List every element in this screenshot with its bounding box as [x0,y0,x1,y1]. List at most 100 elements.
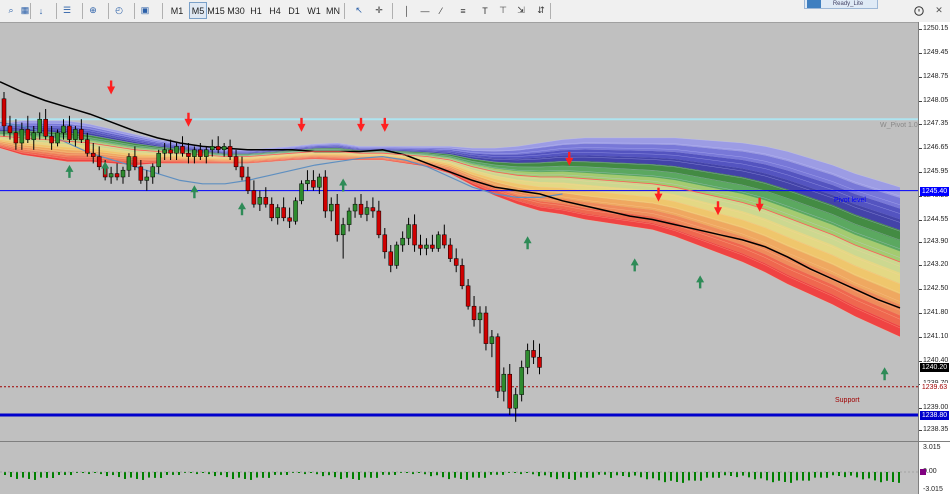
osc-bar [652,472,654,479]
fibonacci-icon[interactable]: T [478,2,492,19]
bear-candle-body [334,203,340,236]
bull-candle-body [364,207,370,215]
osc-bar [16,472,18,479]
osc-bar [682,472,684,483]
price-chart[interactable]: W_Pivot 1.0 Pivot level Support [0,22,918,440]
candle [406,217,411,245]
text-icon[interactable]: ⊤ [496,2,510,19]
crosshair-icon[interactable]: │ [400,2,414,19]
osc-bar [880,472,882,483]
candle [144,170,150,191]
clock-icon[interactable]: ▣ [138,2,152,19]
trend-line-icon[interactable]: ≡ [456,2,470,19]
osc-bar [82,472,84,474]
price-tick-mark [919,76,922,78]
candle [257,190,263,211]
osc-bar [202,472,204,473]
timeframe-mn[interactable]: MN [324,2,342,19]
candle [388,245,393,273]
timeframe-m5[interactable]: M5 [189,2,207,19]
osc-bar [250,472,252,480]
osc-bar [424,472,426,475]
bear-candle-body [1,98,7,127]
timeframe-h4[interactable]: H4 [266,2,284,19]
bull-candle-body [150,166,155,178]
price-tick-mark [919,124,922,126]
timeframe-m1[interactable]: M1 [168,2,186,19]
buy-arrow-icon [696,275,705,289]
zoom-in-icon[interactable]: ⌕ [4,2,18,19]
candle [126,153,132,177]
osc-bar [724,472,726,476]
bull-candle-body [31,132,36,140]
candle [120,166,126,184]
osc-bar [670,472,672,481]
osc-bar [514,472,516,474]
osc-bar [40,472,42,478]
osc-bar [826,472,828,478]
candlestick-chart[interactable] [0,22,918,440]
arrow-down-icon[interactable]: ↓ [34,2,48,19]
osc-bar [268,472,270,478]
candle [519,360,524,402]
arrows-icon[interactable]: ⇵ [534,2,548,19]
price-tag: 1239.63 [920,382,949,392]
candle [430,234,435,252]
osc-tick-label: -3.015 [923,486,943,493]
osc-bar [766,472,768,481]
candle [382,228,388,259]
osc-bar [664,472,666,483]
price-tick-mark [919,219,922,221]
price-tick-label: 1246.65 [923,144,949,152]
candle [311,170,316,191]
help-icon[interactable] [912,2,926,19]
bear-candle-body [453,258,459,266]
osc-bar [304,472,306,475]
timeframe-d1[interactable]: D1 [285,2,303,19]
osc-bar [280,472,282,475]
osc-bar [586,472,588,478]
window-close-icon[interactable]: ✕ [932,2,946,19]
osc-bar [154,472,156,478]
candle [418,234,423,256]
price-tick-mark [919,265,922,267]
osc-bar [700,472,702,481]
toolbar: Ready_Lite ✕ ⌕ ▦ ↓ ☰ ⊕ ◴ ▣ ↖ ✛ │ — ⁄ ≡ T ⊤ ⇲ ⇵ M1 M5 M15 M30… [0,0,950,23]
osc-bar [442,472,444,478]
templates-icon[interactable]: ↖ [352,2,366,19]
osc-bar [532,472,534,475]
osc-bar [736,472,738,478]
timeframe-w1[interactable]: W1 [305,2,323,19]
cursor-icon[interactable]: ✛ [372,2,386,19]
osc-bar [256,472,258,478]
price-tick-mark [919,241,922,243]
add-indicator-icon[interactable]: ◴ [112,2,126,19]
candle [281,197,286,222]
candle [424,238,429,256]
bull-candle-body [61,125,66,134]
price-tick-label: 1244.55 [923,215,949,223]
bear-candle-body [507,373,512,409]
sell-arrow-icon [107,80,116,95]
buy-arrow-icon [101,161,110,175]
properties-icon[interactable]: ☰ [60,2,74,19]
osc-bar [406,472,408,474]
timeframe-m15[interactable]: M15 [207,2,225,19]
osc-bar [124,472,126,479]
osc-bar [160,472,162,478]
price-axis: 1250.15 1249.45 1248.75 1248.05 1247.35 1246.… [918,22,950,442]
osc-bar [526,472,528,473]
bear-candle-body [233,156,239,168]
osc-bar [118,472,120,478]
timeframe-m30[interactable]: M30 [227,2,245,19]
vertical-line-icon[interactable]: — [418,2,432,19]
chart-type-icon[interactable]: ⊕ [86,2,100,19]
candle [299,180,304,205]
osc-bar [22,472,24,478]
timeframe-h1[interactable]: H1 [247,2,265,19]
label-icon[interactable]: ⇲ [514,2,528,19]
horizontal-line-icon[interactable]: ⁄ [434,2,448,19]
bull-candle-body [19,129,25,144]
osc-bar [574,472,576,480]
osc-bar [460,472,462,479]
